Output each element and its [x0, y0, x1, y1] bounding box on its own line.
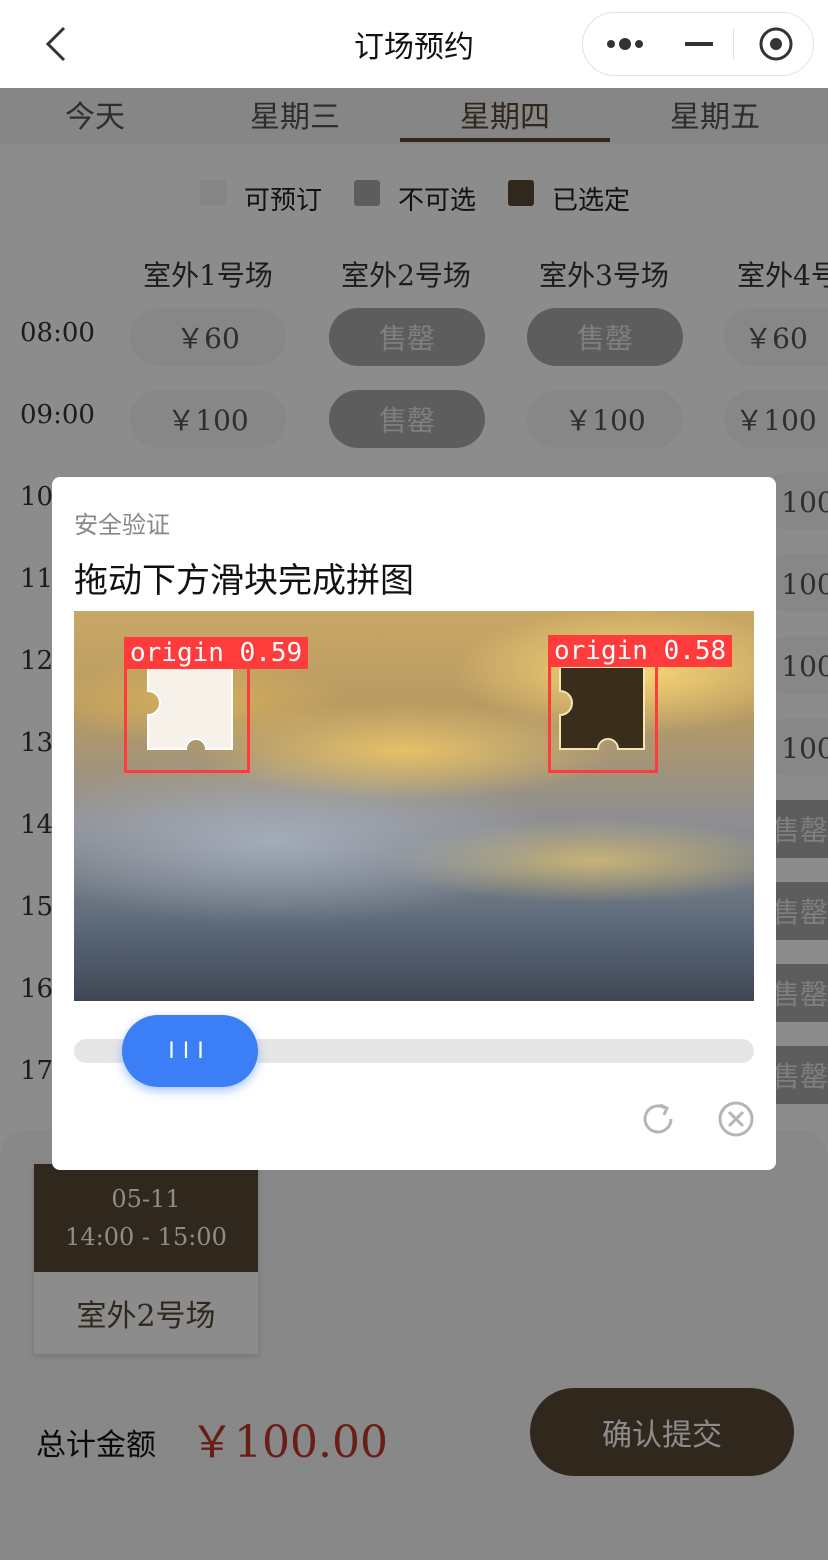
mini-program-capsule — [582, 12, 814, 76]
capsule-divider — [733, 29, 734, 59]
captcha-subtitle: 安全验证 — [74, 511, 170, 539]
close-icon[interactable] — [716, 1099, 756, 1139]
nav-bar: 订场预约 — [0, 0, 828, 88]
captcha-title: 拖动下方滑块完成拼图 — [74, 561, 414, 601]
captcha-dialog: 安全验证 拖动下方滑块完成拼图 origin 0.59 origin 0.58 … — [52, 477, 776, 1170]
minimize-icon[interactable] — [667, 13, 731, 75]
slider-handle[interactable]: III — [122, 1015, 258, 1087]
more-icon[interactable] — [583, 13, 667, 75]
detection-box — [548, 663, 658, 773]
detection-label: origin 0.58 — [548, 635, 733, 667]
captcha-puzzle-image: origin 0.59 origin 0.58 — [74, 611, 754, 1001]
refresh-icon[interactable] — [638, 1099, 678, 1139]
detection-box — [124, 661, 250, 773]
detection-label: origin 0.59 — [124, 637, 309, 669]
close-mini-program-icon[interactable] — [739, 13, 813, 75]
